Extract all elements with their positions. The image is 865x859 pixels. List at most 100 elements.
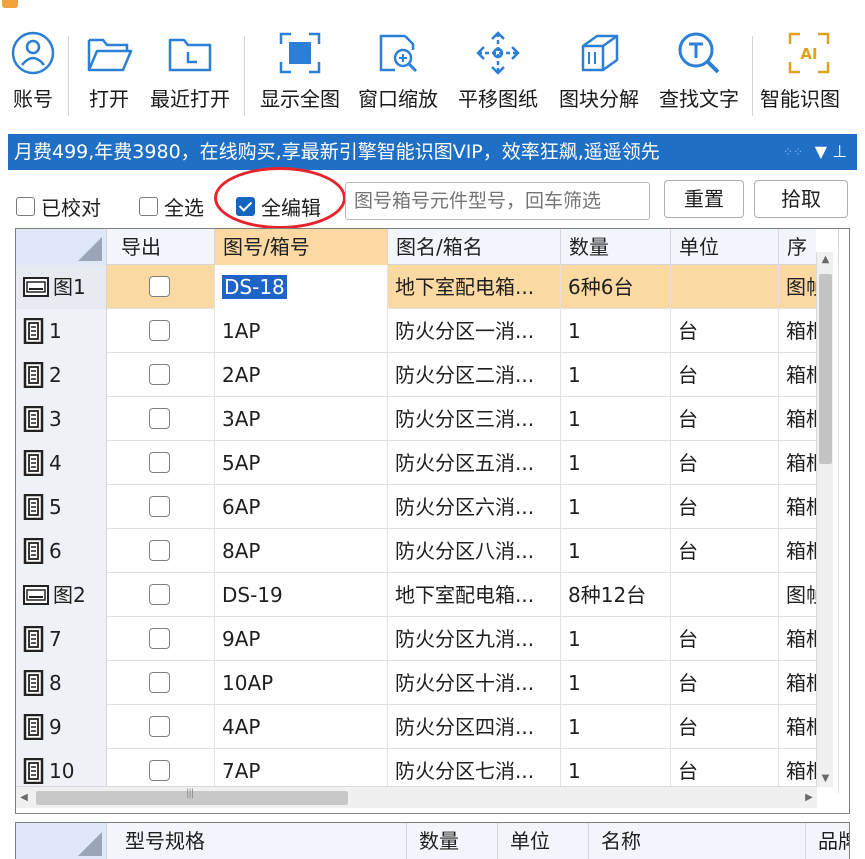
unit-cell[interactable]: 台 bbox=[671, 397, 779, 441]
table-corner[interactable] bbox=[16, 823, 107, 859]
row-header[interactable]: 3 bbox=[16, 397, 107, 441]
table-row[interactable]: 图2 DS-19 地下室配电箱... 8种12台 图帧 bbox=[16, 573, 839, 617]
col-qty[interactable]: 数量 bbox=[407, 823, 498, 859]
export-checkbox[interactable] bbox=[149, 628, 170, 649]
select-all-checkbox[interactable]: 全选 bbox=[139, 192, 204, 221]
name-cell[interactable]: 防火分区一消... bbox=[388, 309, 561, 353]
qty-cell[interactable]: 1 bbox=[561, 441, 671, 485]
unit-cell[interactable]: 台 bbox=[671, 441, 779, 485]
name-cell[interactable]: 地下室配电箱... bbox=[388, 265, 561, 309]
code-cell[interactable]: 8AP bbox=[215, 529, 388, 573]
row-header[interactable]: 图1 bbox=[16, 265, 107, 309]
fit-view-button[interactable]: 显示全图 bbox=[254, 26, 346, 122]
ai-recognize-button[interactable]: AI 智能识图 bbox=[760, 26, 856, 122]
name-cell[interactable]: 防火分区四消... bbox=[388, 705, 561, 749]
reset-button[interactable]: 重置 bbox=[664, 180, 744, 218]
pick-button[interactable]: 拾取 bbox=[754, 180, 848, 218]
unit-cell[interactable]: 台 bbox=[671, 529, 779, 573]
code-cell[interactable]: 9AP bbox=[215, 617, 388, 661]
col-code[interactable]: 图号/箱号 bbox=[215, 229, 388, 265]
qty-cell[interactable]: 8种12台 bbox=[561, 573, 671, 617]
col-qty[interactable]: 数量 bbox=[561, 229, 671, 265]
code-cell[interactable]: 4AP bbox=[215, 705, 388, 749]
export-checkbox[interactable] bbox=[149, 320, 170, 341]
export-checkbox[interactable] bbox=[149, 496, 170, 517]
find-text-button[interactable]: 查找文字 bbox=[652, 26, 746, 122]
vertical-scrollbar[interactable]: ▲ ▼ bbox=[816, 252, 833, 787]
zoom-window-button[interactable]: 窗口缩放 bbox=[352, 26, 444, 122]
search-input[interactable] bbox=[345, 182, 650, 220]
table-row[interactable]: 1 1AP 防火分区一消... 1 台箱柜 bbox=[16, 309, 839, 353]
unit-cell[interactable]: 台 bbox=[671, 705, 779, 749]
code-cell[interactable]: 2AP bbox=[215, 353, 388, 397]
explode-block-button[interactable]: 图块分解 bbox=[552, 26, 646, 122]
drag-handle-icon[interactable]: ⁘⁘ bbox=[783, 134, 803, 170]
pin-icon[interactable]: ⊥ bbox=[832, 134, 847, 170]
row-header[interactable]: 8 bbox=[16, 661, 107, 705]
row-header[interactable]: 5 bbox=[16, 485, 107, 529]
export-checkbox[interactable] bbox=[149, 760, 170, 781]
export-checkbox[interactable] bbox=[149, 452, 170, 473]
qty-cell[interactable]: 6种6台 bbox=[561, 265, 671, 309]
row-header[interactable]: 9 bbox=[16, 705, 107, 749]
name-cell[interactable]: 防火分区五消... bbox=[388, 441, 561, 485]
export-checkbox[interactable] bbox=[149, 364, 170, 385]
recent-open-button[interactable]: 最近打开 bbox=[144, 26, 236, 122]
row-header[interactable]: 7 bbox=[16, 617, 107, 661]
table-corner[interactable] bbox=[16, 229, 107, 265]
table-row[interactable]: 3 3AP 防火分区三消... 1 台箱柜 bbox=[16, 397, 839, 441]
qty-cell[interactable]: 1 bbox=[561, 485, 671, 529]
row-header[interactable]: 2 bbox=[16, 353, 107, 397]
col-name[interactable]: 名称 bbox=[589, 823, 806, 859]
table-row[interactable]: 5 6AP 防火分区六消... 1 台箱柜 bbox=[16, 485, 839, 529]
row-header[interactable]: 1 bbox=[16, 309, 107, 353]
code-cell[interactable]: 1AP bbox=[215, 309, 388, 353]
col-model[interactable]: 型号规格 bbox=[107, 823, 407, 859]
row-header[interactable]: 6 bbox=[16, 529, 107, 573]
row-header[interactable]: 4 bbox=[16, 441, 107, 485]
code-cell[interactable]: 6AP bbox=[215, 485, 388, 529]
qty-cell[interactable]: 1 bbox=[561, 617, 671, 661]
table-row[interactable]: 4 5AP 防火分区五消... 1 台箱柜 bbox=[16, 441, 839, 485]
row-header[interactable]: 图2 bbox=[16, 573, 107, 617]
checkbox-box[interactable] bbox=[16, 197, 35, 216]
name-cell[interactable]: 防火分区八消... bbox=[388, 529, 561, 573]
qty-cell[interactable]: 1 bbox=[561, 529, 671, 573]
col-brand[interactable]: 品牌 bbox=[806, 823, 849, 859]
export-checkbox[interactable] bbox=[149, 584, 170, 605]
scroll-thumb[interactable] bbox=[819, 274, 832, 464]
col-unit[interactable]: 单位 bbox=[498, 823, 589, 859]
qty-cell[interactable]: 1 bbox=[561, 705, 671, 749]
table-row[interactable]: 图1 DS-18 地下室配电箱... 6种6台 图帧 bbox=[16, 265, 839, 309]
export-checkbox[interactable] bbox=[149, 540, 170, 561]
code-cell[interactable]: 5AP bbox=[215, 441, 388, 485]
qty-cell[interactable]: 1 bbox=[561, 309, 671, 353]
code-cell[interactable]: DS-19 bbox=[215, 573, 388, 617]
unit-cell[interactable]: 台 bbox=[671, 353, 779, 397]
code-cell[interactable]: 3AP bbox=[215, 397, 388, 441]
qty-cell[interactable]: 1 bbox=[561, 353, 671, 397]
code-cell[interactable]: DS-18 bbox=[215, 265, 388, 309]
table-row[interactable]: 9 4AP 防火分区四消... 1 台箱柜 bbox=[16, 705, 839, 749]
col-export[interactable]: 导出 bbox=[107, 229, 215, 265]
unit-cell[interactable]: 台 bbox=[671, 617, 779, 661]
scroll-thumb[interactable] bbox=[36, 788, 348, 805]
qty-cell[interactable]: 1 bbox=[561, 661, 671, 705]
checked-filter-checkbox[interactable]: 已校对 bbox=[16, 192, 101, 221]
export-checkbox[interactable] bbox=[149, 672, 170, 693]
col-unit[interactable]: 单位 bbox=[671, 229, 779, 265]
name-cell[interactable]: 防火分区九消... bbox=[388, 617, 561, 661]
table-row[interactable]: 8 10AP 防火分区十消... 1 台箱柜 bbox=[16, 661, 839, 705]
account-button[interactable]: 账号 bbox=[4, 26, 62, 122]
table-row[interactable]: 6 8AP 防火分区八消... 1 台箱柜 bbox=[16, 529, 839, 573]
unit-cell[interactable] bbox=[671, 573, 779, 617]
scroll-left-icon[interactable]: ◀ bbox=[16, 787, 32, 809]
promo-banner[interactable]: 月费499,年费3980，在线购买,享最新引擎智能识图VIP，效率狂飙,遥遥领先… bbox=[8, 134, 857, 170]
table-row[interactable]: 7 9AP 防火分区九消... 1 台箱柜 bbox=[16, 617, 839, 661]
name-cell[interactable]: 防火分区三消... bbox=[388, 397, 561, 441]
name-cell[interactable]: 防火分区六消... bbox=[388, 485, 561, 529]
export-checkbox[interactable] bbox=[149, 408, 170, 429]
horizontal-scrollbar[interactable]: ◀ ▶ bbox=[16, 786, 817, 808]
table-row[interactable]: 2 2AP 防火分区二消... 1 台箱柜 bbox=[16, 353, 839, 397]
checkbox-box[interactable] bbox=[139, 197, 158, 216]
